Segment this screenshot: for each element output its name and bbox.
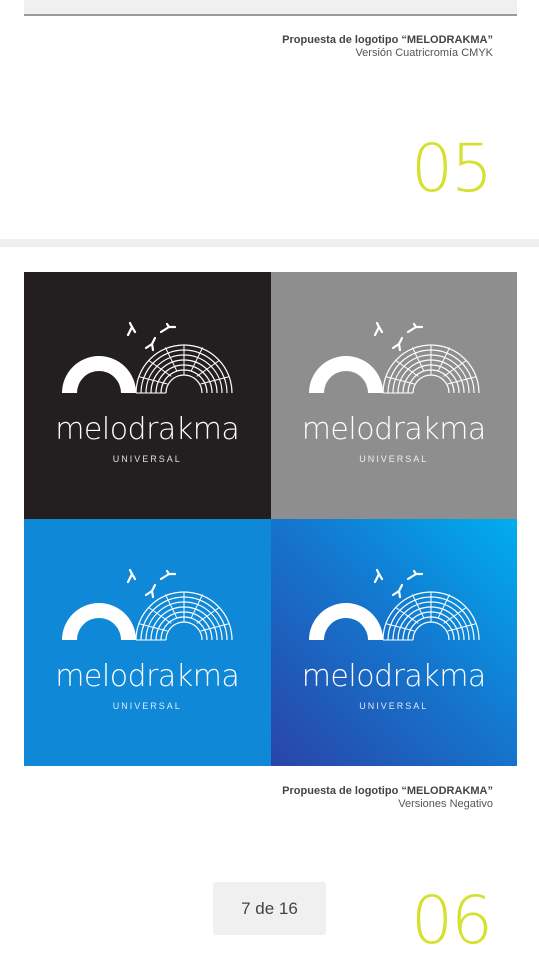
caption-title: Propuesta de logotipo “MELODRAKMA” [282,785,493,797]
logo-tile-black: melodrakma UNIVERSAL [24,272,271,519]
caption-negative: Propuesta de logotipo “MELODRAKMA” Versi… [282,785,493,811]
logo-symbol [60,321,234,395]
page-number-05: 05 [411,130,493,207]
previous-page-footer [24,0,517,16]
logo-tile-blue: melodrakma UNIVERSAL [24,519,271,766]
logo-wordmark: melodrakma [55,412,240,447]
previous-page-edge [0,0,539,16]
page-indicator: 7 de 16 [213,882,326,935]
logo-tagline: UNIVERSAL [112,701,182,711]
page-number-06: 06 [411,882,493,959]
caption-subtitle: Versiones Negativo [398,798,493,810]
logo-wordmark: melodrakma [301,412,487,447]
page-separator [0,239,539,247]
logo-tagline: UNIVERSAL [359,454,429,464]
logo-symbol [60,568,234,642]
logo-symbol [307,321,480,395]
caption-title: Propuesta de logotipo “MELODRAKMA” [282,34,493,46]
logo-tagline: UNIVERSAL [112,454,182,464]
logo-versions-grid: melodrakma UNIVERSAL melodrakma UNIVERSA… [24,272,517,766]
logo-wordmark: melodrakma [55,659,240,694]
logo-tile-gray: melodrakma UNIVERSAL [270,272,517,519]
caption-subtitle: Versión Cuatricromía CMYK [355,47,493,59]
logo-symbol [307,568,480,642]
logo-tagline: UNIVERSAL [359,701,429,711]
logo-wordmark: melodrakma [301,659,487,694]
logo-tile-gradient: melodrakma UNIVERSAL [270,519,517,766]
caption-cmyk: Propuesta de logotipo “MELODRAKMA” Versi… [282,34,493,60]
